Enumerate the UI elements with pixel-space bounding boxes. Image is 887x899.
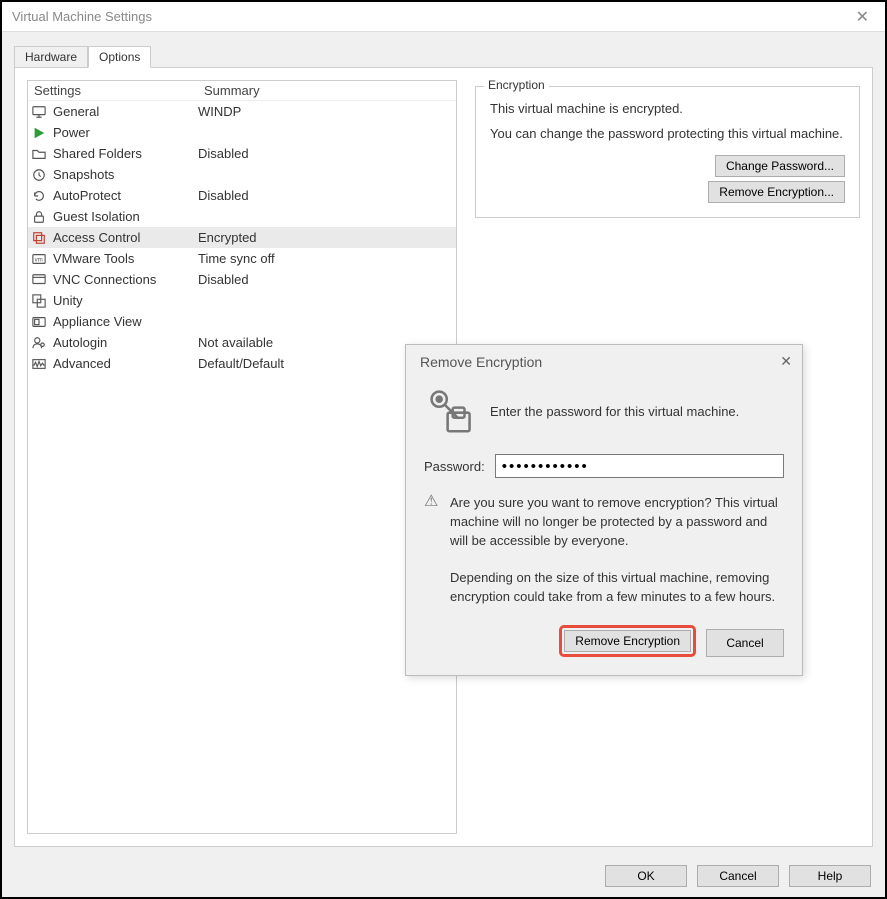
tab-strip: Hardware Options [14, 45, 885, 67]
password-input[interactable] [495, 454, 784, 478]
list-item-guest-isolation[interactable]: Guest Isolation [28, 206, 456, 227]
list-item-vnc-connections[interactable]: VNC Connections Disabled [28, 269, 456, 290]
list-item-autologin[interactable]: Autologin Not available [28, 332, 456, 353]
key-icon [424, 384, 478, 438]
cancel-button[interactable]: Cancel [697, 865, 779, 887]
list-item-summary: WINDP [198, 104, 241, 119]
dialog-close-icon[interactable]: ✕ [780, 353, 792, 370]
clock-icon [31, 167, 47, 183]
encryption-status-text: This virtual machine is encrypted. [490, 101, 845, 116]
col-settings: Settings [34, 83, 204, 98]
list-item-label: Advanced [53, 356, 198, 371]
titlebar: Virtual Machine Settings ✕ [2, 2, 885, 32]
wave-icon [31, 356, 47, 372]
list-header: Settings Summary [28, 81, 456, 101]
list-item-summary: Time sync off [198, 251, 275, 266]
list-item-shared-folders[interactable]: Shared Folders Disabled [28, 143, 456, 164]
warning-icon: ⚠ [424, 494, 440, 607]
tab-hardware[interactable]: Hardware [14, 46, 88, 68]
list-item-access-control[interactable]: Access Control Encrypted [28, 227, 456, 248]
list-item-label: VNC Connections [53, 272, 198, 287]
warning-text-1: Are you sure you want to remove encrypti… [450, 494, 784, 551]
list-item-unity[interactable]: Unity [28, 290, 456, 311]
list-item-autoprotect[interactable]: AutoProtect Disabled [28, 185, 456, 206]
ok-button[interactable]: OK [605, 865, 687, 887]
encryption-help-text: You can change the password protecting t… [490, 126, 845, 141]
list-item-summary: Disabled [198, 272, 249, 287]
tab-options[interactable]: Options [88, 46, 151, 68]
dialog-title: Remove Encryption [420, 354, 542, 370]
list-item-label: Guest Isolation [53, 209, 198, 224]
list-item-label: Shared Folders [53, 146, 198, 161]
close-icon[interactable]: ✕ [850, 7, 875, 27]
list-item-label: Power [53, 125, 198, 140]
remove-encryption-button[interactable]: Remove Encryption... [708, 181, 845, 203]
list-item-summary: Encrypted [198, 230, 257, 245]
col-summary: Summary [204, 83, 260, 98]
remove-encryption-dialog: Remove Encryption ✕ Enter the password f… [405, 344, 803, 676]
list-item-label: VMware Tools [53, 251, 198, 266]
vm-icon: vm [31, 251, 47, 267]
list-item-label: Access Control [53, 230, 198, 245]
dialog-buttons: OK Cancel Help [605, 861, 871, 887]
list-item-label: General [53, 104, 198, 119]
settings-list[interactable]: Settings Summary General WINDP Power [27, 80, 457, 834]
list-item-label: Snapshots [53, 167, 198, 182]
screen-icon [31, 272, 47, 288]
svg-text:vm: vm [35, 256, 43, 263]
list-item-power[interactable]: Power [28, 122, 456, 143]
list-item-summary: Default/Default [198, 356, 284, 371]
list-item-appliance-view[interactable]: Appliance View [28, 311, 456, 332]
list-item-snapshots[interactable]: Snapshots [28, 164, 456, 185]
lock-icon [31, 209, 47, 225]
group-legend: Encryption [484, 78, 549, 92]
dialog-cancel-button[interactable]: Cancel [706, 629, 784, 657]
list-item-summary: Disabled [198, 146, 249, 161]
play-icon [31, 125, 47, 141]
appliance-icon [31, 314, 47, 330]
monitor-icon [31, 104, 47, 120]
window-frame: Virtual Machine Settings ✕ Hardware Opti… [0, 0, 887, 899]
list-item-label: Autologin [53, 335, 198, 350]
user-icon [31, 335, 47, 351]
window-title: Virtual Machine Settings [12, 9, 152, 24]
folder-icon [31, 146, 47, 162]
list-item-label: Appliance View [53, 314, 198, 329]
help-button[interactable]: Help [789, 865, 871, 887]
list-item-label: AutoProtect [53, 188, 198, 203]
change-password-button[interactable]: Change Password... [715, 155, 845, 177]
password-label: Password: [424, 459, 485, 474]
list-item-advanced[interactable]: Advanced Default/Default [28, 353, 456, 374]
list-item-vmware-tools[interactable]: vm VMware Tools Time sync off [28, 248, 456, 269]
list-item-label: Unity [53, 293, 198, 308]
dialog-titlebar: Remove Encryption ✕ [406, 345, 802, 378]
windows-icon [31, 293, 47, 309]
warning-text-2: Depending on the size of this virtual ma… [450, 569, 784, 607]
list-item-summary: Not available [198, 335, 273, 350]
remove-encryption-confirm-button[interactable]: Remove Encryption [564, 630, 691, 652]
refresh-icon [31, 188, 47, 204]
list-item-general[interactable]: General WINDP [28, 101, 456, 122]
encryption-group: Encryption This virtual machine is encry… [475, 86, 860, 218]
list-item-summary: Disabled [198, 188, 249, 203]
dialog-prompt: Enter the password for this virtual mach… [490, 404, 739, 419]
shield-icon [31, 230, 47, 246]
highlight-box: Remove Encryption [559, 625, 696, 657]
